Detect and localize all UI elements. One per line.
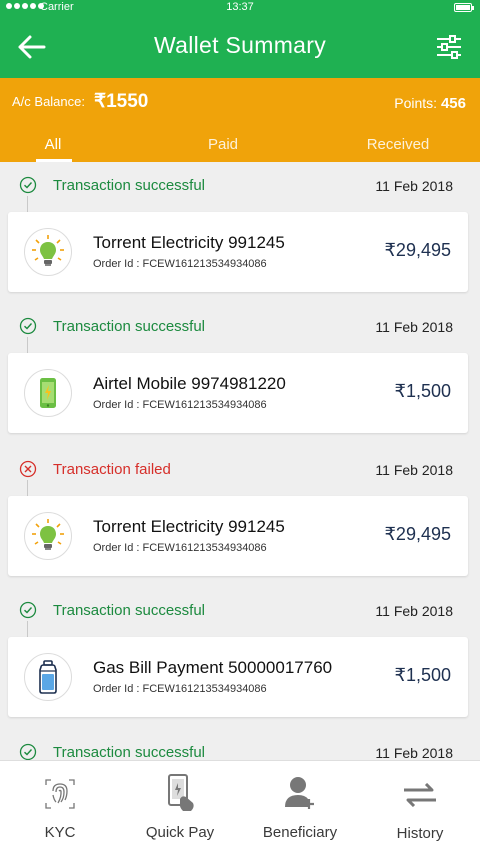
transaction-status-row: Transaction successful 11 Feb 2018 bbox=[0, 174, 480, 198]
nav-label: Quick Pay bbox=[145, 824, 215, 841]
transaction-card[interactable]: Airtel Mobile 9974981220 Order Id : FCEW… bbox=[8, 353, 468, 433]
transaction-status: Transaction successful bbox=[53, 744, 206, 760]
transaction-status: Transaction failed bbox=[53, 461, 171, 478]
success-check-icon bbox=[19, 176, 37, 194]
status-bar: Carrier 13:37 bbox=[0, 0, 480, 16]
battery-icon bbox=[454, 3, 474, 12]
transaction-date: 11 Feb 2018 bbox=[375, 178, 453, 194]
nav-label: History bbox=[396, 825, 444, 842]
transaction-amount: ₹29,495 bbox=[384, 524, 451, 544]
success-check-icon bbox=[19, 601, 37, 619]
transaction-date: 11 Feb 2018 bbox=[375, 319, 453, 335]
success-check-icon bbox=[19, 317, 37, 335]
transaction-status: Transaction successful bbox=[53, 602, 206, 619]
transaction-amount: ₹29,495 bbox=[384, 240, 451, 260]
order-id: Order Id : FCEW161213534934086 bbox=[93, 542, 267, 554]
transaction-card[interactable]: Torrent Electricity 991245 Order Id : FC… bbox=[8, 496, 468, 576]
transaction-card[interactable]: Torrent Electricity 991245 Order Id : FC… bbox=[8, 212, 468, 292]
transaction-date: 11 Feb 2018 bbox=[375, 462, 453, 478]
transaction-date: 11 Feb 2018 bbox=[375, 603, 453, 619]
transaction-status: Transaction successful bbox=[53, 177, 206, 194]
balance-value: ₹1550 bbox=[94, 91, 149, 112]
bulb-icon bbox=[24, 512, 72, 560]
clock: 13:37 bbox=[226, 1, 254, 13]
transaction-card[interactable]: Gas Bill Payment 50000017760 Order Id : … bbox=[8, 637, 468, 717]
gas-cylinder-icon bbox=[24, 653, 72, 701]
page-title: Wallet Summary bbox=[153, 32, 327, 58]
balance-label: A/c Balance: bbox=[12, 94, 85, 109]
bottom-nav: KYC Quick Pay Beneficiary History bbox=[0, 760, 480, 853]
transaction-status-row: Transaction successful 11 Feb 2018 bbox=[0, 315, 480, 339]
transaction-amount: ₹1,500 bbox=[394, 665, 452, 685]
bulb-icon bbox=[24, 228, 72, 276]
transaction-date: 11 Feb 2018 bbox=[375, 745, 453, 760]
app-bar: Wallet Summary bbox=[0, 16, 480, 78]
success-check-icon bbox=[19, 743, 37, 760]
tab-paid[interactable]: Paid bbox=[183, 136, 263, 153]
points-label: Points: bbox=[394, 95, 438, 111]
points: Points: 456 bbox=[394, 95, 466, 112]
order-id: Order Id : FCEW161213534934086 bbox=[93, 683, 267, 695]
biller-name: Torrent Electricity 991245 bbox=[93, 517, 285, 536]
fingerprint-icon bbox=[45, 779, 75, 809]
nav-label: KYC bbox=[44, 824, 76, 841]
mobile-icon bbox=[24, 369, 72, 417]
quick-pay-icon bbox=[168, 774, 194, 811]
failed-cross-icon bbox=[19, 460, 37, 478]
tab-all[interactable]: All bbox=[30, 136, 76, 153]
transaction-list[interactable]: Transaction successful 11 Feb 2018 Torre… bbox=[0, 162, 480, 760]
add-user-icon bbox=[285, 777, 314, 809]
order-id: Order Id : FCEW161213534934086 bbox=[93, 258, 267, 270]
nav-quick-pay[interactable]: Quick Pay bbox=[120, 761, 240, 853]
order-id: Order Id : FCEW161213534934086 bbox=[93, 399, 267, 411]
nav-kyc[interactable]: KYC bbox=[0, 761, 120, 853]
filter-icon[interactable] bbox=[436, 34, 462, 60]
transaction-status-row: Transaction successful 11 Feb 2018 bbox=[0, 741, 480, 760]
transaction-status-row: Transaction successful 11 Feb 2018 bbox=[0, 599, 480, 623]
nav-history[interactable]: History bbox=[360, 761, 480, 853]
biller-name: Airtel Mobile 9974981220 bbox=[93, 374, 286, 393]
points-value: 456 bbox=[440, 95, 466, 112]
biller-name: Gas Bill Payment 50000017760 bbox=[93, 658, 333, 677]
transaction-status-row: Transaction failed 11 Feb 2018 bbox=[0, 458, 480, 482]
transaction-status: Transaction successful bbox=[53, 318, 206, 335]
nav-beneficiary[interactable]: Beneficiary bbox=[240, 761, 360, 853]
tab-bar: All Paid Received bbox=[0, 134, 480, 162]
tab-received[interactable]: Received bbox=[352, 136, 444, 153]
history-icon bbox=[404, 783, 436, 807]
balance-bar: A/c Balance: ₹1550 Points: 456 All Paid … bbox=[0, 78, 480, 162]
nav-label: Beneficiary bbox=[262, 824, 338, 841]
transaction-amount: ₹1,500 bbox=[394, 381, 452, 401]
biller-name: Torrent Electricity 991245 bbox=[93, 233, 285, 252]
